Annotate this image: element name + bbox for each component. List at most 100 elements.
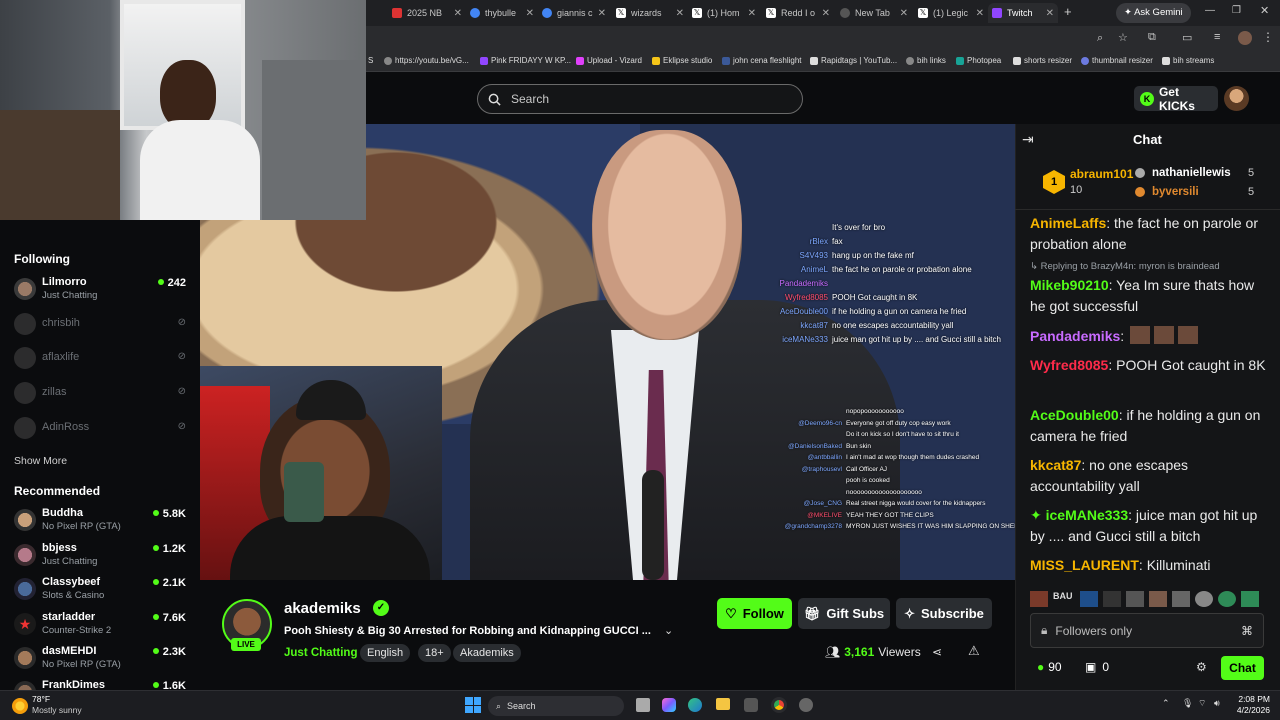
minimize-icon[interactable]: — — [1205, 5, 1215, 16]
browser-tab[interactable]: thybulle ✕ — [466, 3, 538, 23]
emote[interactable] — [1103, 591, 1121, 607]
emote[interactable] — [1241, 591, 1259, 607]
gifter-name[interactable]: nathaniellewis — [1152, 167, 1231, 179]
show-more-link[interactable]: Show More — [14, 455, 67, 467]
close-tab-icon[interactable]: ✕ — [526, 8, 538, 19]
microphone-icon[interactable]: 🎙︎ — [1182, 698, 1193, 709]
ask-gemini-button[interactable]: ✦ Ask Gemini — [1116, 3, 1191, 23]
bookmark-item[interactable]: bih links — [906, 56, 946, 65]
extensions-icon[interactable]: ⧉ — [1148, 31, 1156, 44]
windows-start-icon[interactable] — [465, 697, 481, 713]
bookmark-item[interactable]: Photopea — [956, 56, 1001, 65]
edge-icon[interactable] — [688, 698, 702, 712]
sidebar-channel-adinross[interactable]: AdinRoss ⊘ — [14, 414, 194, 444]
tray-chevron-up-icon[interactable]: ⌃ — [1162, 698, 1170, 709]
close-tab-icon[interactable]: ✕ — [676, 8, 688, 19]
sidebar-channel-starladder[interactable]: ★ starladder Counter-Strike 2 7.6K — [14, 610, 194, 640]
sidebar-channel-classybeef[interactable]: Classybeef Slots & Casino 2.1K — [14, 575, 194, 605]
chat-input[interactable]: 🔒︎ Followers only ⌘ — [1030, 613, 1264, 648]
browser-tab[interactable]: New Tab ✕ — [836, 3, 912, 23]
emote[interactable] — [1080, 591, 1098, 607]
close-window-icon[interactable]: ✕ — [1260, 4, 1269, 17]
sidebar-channel-aflaxlife[interactable]: aflaxlife ⊘ — [14, 344, 194, 374]
taskbar-search[interactable]: ⌕ Search — [488, 696, 624, 716]
new-tab-icon[interactable]: + — [1064, 4, 1072, 19]
subscribe-button[interactable]: ✧ Subscribe — [896, 598, 992, 629]
copilot-icon[interactable] — [662, 698, 676, 712]
browser-menu-icon[interactable]: ⋮ — [1262, 30, 1274, 44]
media-icon[interactable]: ≡ — [1214, 31, 1220, 43]
follow-button[interactable]: ♡ Follow — [717, 598, 792, 629]
bookmark-item[interactable]: shorts resizer — [1013, 56, 1072, 65]
gift-subs-button[interactable]: 🎁︎ Gift Subs — [798, 598, 890, 629]
volume-icon[interactable]: 🔊︎ — [1214, 698, 1220, 709]
user-avatar[interactable] — [1224, 86, 1249, 111]
maximize-icon[interactable]: ❐ — [1232, 5, 1241, 16]
close-tab-icon[interactable]: ✕ — [976, 8, 988, 19]
browser-tab[interactable]: 𝕏wizards ✕ — [612, 3, 688, 23]
gifter-name[interactable]: abraum101 — [1070, 167, 1133, 181]
bookmark-star-icon[interactable]: ☆ — [1118, 31, 1128, 44]
store-icon[interactable] — [744, 698, 758, 712]
chat-gifts[interactable]: ▣ 0 — [1085, 660, 1109, 674]
browser-tab[interactable]: 𝕏 (1) Hom ✕ — [688, 3, 760, 23]
share-icon[interactable]: ⋖ — [932, 645, 942, 659]
emote[interactable] — [1030, 591, 1048, 607]
bookmark-item[interactable]: Eklipse studio — [652, 56, 712, 65]
get-kicks-button[interactable]: K Get KICKs — [1134, 85, 1218, 113]
browser-profile-avatar[interactable] — [1238, 31, 1252, 45]
browser-tab[interactable]: 𝕏 Redd I o ✕ — [762, 3, 834, 23]
bookmark-item[interactable]: thumbnail resizer — [1081, 56, 1153, 65]
browser-tab[interactable]: 𝕏 (1) Legic ✕ — [914, 3, 988, 23]
bookmark-item[interactable]: Rapidtags | YouTub... — [810, 56, 897, 65]
zoom-icon[interactable]: ⌕ — [1097, 32, 1103, 45]
close-tab-icon[interactable]: ✕ — [822, 8, 834, 19]
chrome-icon[interactable] — [771, 697, 787, 713]
channel-points[interactable]: ● 90 — [1037, 660, 1062, 674]
browser-tab-active[interactable]: Twitch ✕ — [988, 3, 1058, 23]
wifi-icon[interactable]: ⌔ — [1198, 698, 1206, 709]
clock-date[interactable]: 4/2/2026 — [1232, 705, 1270, 715]
bookmark-item[interactable]: Pink FRIDAYY W KP... — [480, 56, 571, 65]
chat-username[interactable]: AceDouble00 — [1030, 407, 1119, 423]
close-tab-icon[interactable]: ✕ — [454, 8, 466, 19]
sidebar-channel-frankdimes[interactable]: FrankDimes 1.6K — [14, 678, 194, 690]
emote[interactable] — [1218, 591, 1236, 607]
sidebar-channel-bbjess[interactable]: bbjess Just Chatting 1.2K — [14, 541, 194, 571]
tag-english[interactable]: English — [360, 644, 411, 662]
emote[interactable]: BAU — [1053, 591, 1075, 607]
bookmark-item[interactable]: S — [368, 56, 373, 65]
emote[interactable] — [1149, 591, 1167, 607]
emote-picker-icon[interactable]: ⌘ — [1241, 624, 1253, 638]
chat-username[interactable]: Mikeb90210 — [1030, 277, 1109, 293]
bookmark-item[interactable]: https://youtu.be/vG... — [384, 56, 469, 65]
chat-username[interactable]: MISS_LAURENT — [1030, 557, 1139, 573]
task-view-icon[interactable] — [636, 698, 650, 712]
chat-send-button[interactable]: Chat — [1221, 656, 1264, 680]
bookmark-item[interactable]: Upload - Vizard — [576, 56, 642, 65]
sidebar-channel-lilmorro[interactable]: Lilmorro Just Chatting 242 — [14, 275, 194, 305]
sidepanel-icon[interactable]: ▭ — [1182, 31, 1192, 44]
emote[interactable] — [1172, 591, 1190, 607]
obs-icon[interactable] — [799, 698, 813, 712]
channel-name[interactable]: akademiks — [284, 600, 361, 617]
weather-temp[interactable]: 78°F — [32, 694, 50, 704]
sidebar-channel-dasmehdi[interactable]: dasMEHDI No Pixel RP (GTA) 2.3K — [14, 644, 194, 674]
bookmark-item[interactable]: bih streams — [1162, 56, 1214, 65]
report-icon[interactable]: ⚠ — [968, 643, 980, 659]
stream-category-link[interactable]: Just Chatting — [284, 647, 357, 659]
sidebar-channel-zillas[interactable]: zillas ⊘ — [14, 379, 194, 409]
emote[interactable] — [1195, 591, 1213, 607]
chat-username[interactable]: AnimeLaffs — [1030, 215, 1106, 231]
close-tab-icon[interactable]: ✕ — [598, 8, 610, 19]
chat-username[interactable]: kkcat87 — [1030, 457, 1081, 473]
close-tab-icon[interactable]: ✕ — [900, 8, 912, 19]
chevron-down-icon[interactable]: ⌄ — [664, 624, 673, 637]
chat-username[interactable]: Wyfred8085 — [1030, 357, 1108, 373]
tag-akademiks[interactable]: Akademiks — [453, 644, 521, 662]
clock-time[interactable]: 2:08 PM — [1236, 694, 1270, 704]
chat-username[interactable]: iceMANe333 — [1046, 507, 1129, 523]
close-tab-icon[interactable]: ✕ — [748, 8, 760, 19]
tag-18plus[interactable]: 18+ — [418, 644, 451, 662]
gifter-name[interactable]: byversili — [1152, 186, 1199, 198]
